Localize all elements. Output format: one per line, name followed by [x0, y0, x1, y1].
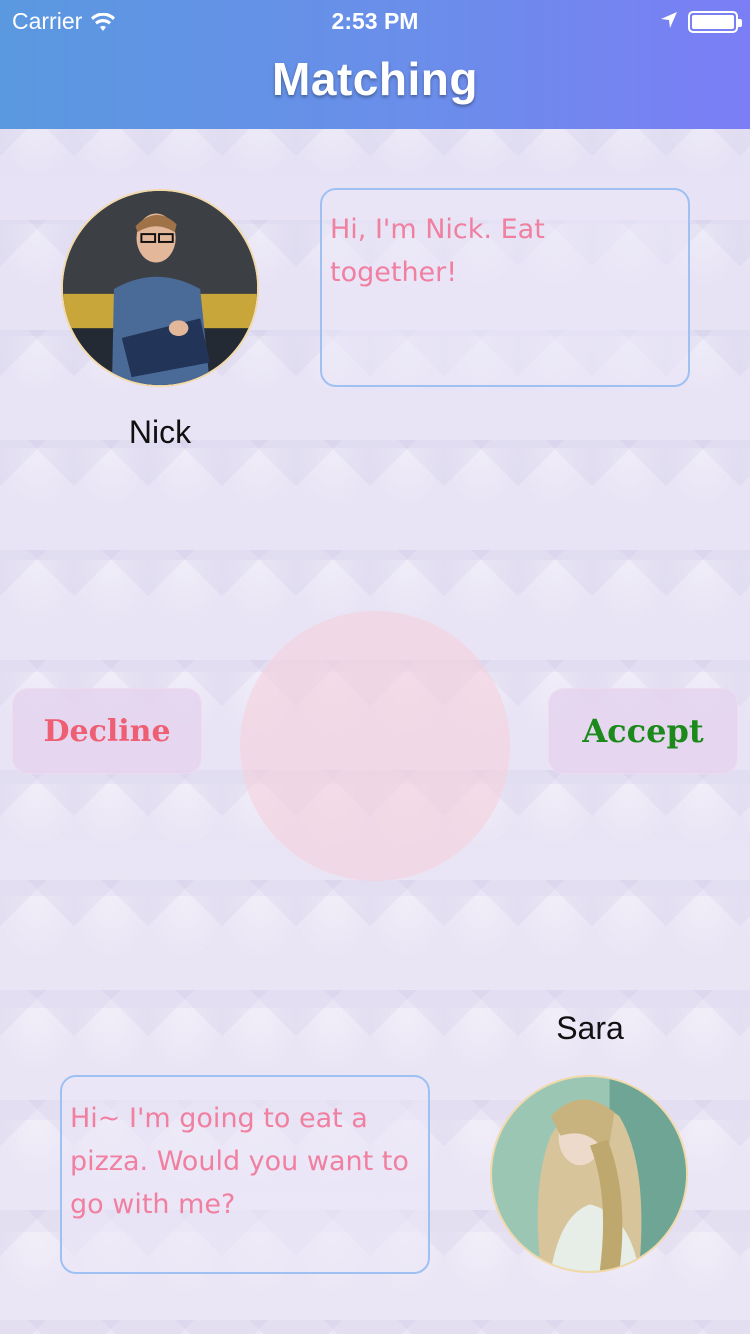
- match-circle[interactable]: [240, 611, 510, 881]
- status-time: 2:53 PM: [331, 8, 419, 34]
- sara-message: Hi~ I'm going to eat a pizza. Would you …: [60, 1075, 430, 1274]
- nick-avatar[interactable]: [61, 189, 259, 387]
- nick-name: Nick: [128, 414, 192, 450]
- battery-full-icon: [688, 10, 742, 33]
- status-bar: Carrier 2:53 PM: [0, 0, 750, 40]
- navigation-header: Carrier 2:53 PM Matching: [0, 0, 750, 129]
- sara-photo: [492, 1077, 686, 1271]
- nick-message: Hi, I'm Nick. Eat together!: [320, 188, 690, 387]
- sara-avatar[interactable]: [490, 1075, 688, 1273]
- decline-button[interactable]: Decline: [12, 688, 202, 774]
- page-title: Matching: [272, 53, 478, 105]
- nick-photo: [63, 191, 257, 385]
- sara-name: Sara: [556, 1010, 624, 1046]
- accept-button[interactable]: Accept: [548, 688, 738, 774]
- status-right-group: [660, 8, 742, 35]
- location-arrow-icon: [660, 8, 688, 35]
